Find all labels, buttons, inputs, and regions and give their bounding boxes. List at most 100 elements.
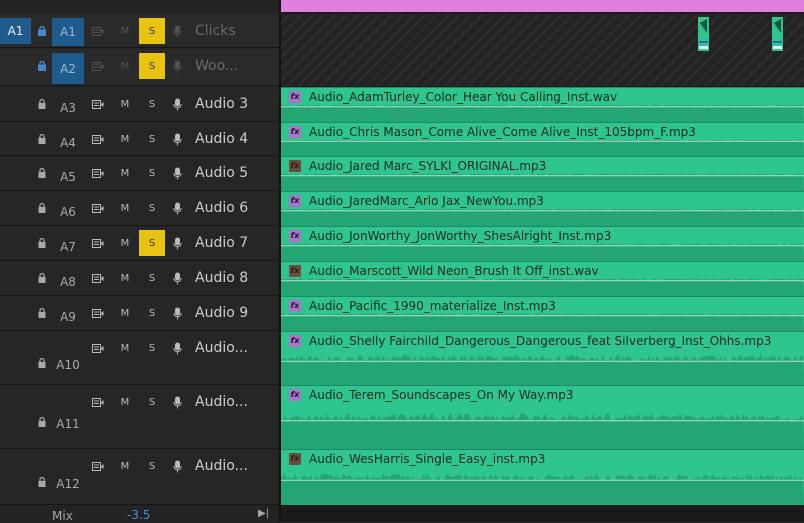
- solo-button[interactable]: S: [139, 160, 165, 186]
- solo-button[interactable]: S: [139, 230, 165, 256]
- solo-button[interactable]: S: [139, 53, 165, 79]
- fx-badge-icon[interactable]: fx: [289, 335, 301, 347]
- audio-clip[interactable]: fx Audio_Chris Mason_Come Alive_Come Aliv…: [281, 122, 804, 156]
- audio-clip[interactable]: fx Audio_Terem_Soundscapes_On My Way.mp3: [281, 385, 804, 449]
- mute-button[interactable]: M: [114, 91, 136, 117]
- track-name[interactable]: Woo...: [195, 53, 275, 79]
- audio-clip[interactable]: fx Audio_Jared Marc_SYLKI_ORIGINAL.mp3: [281, 156, 804, 191]
- timeline-panel[interactable]: fx Audio_AdamTurley_Color_Hear You Callin…: [281, 0, 804, 521]
- track-name[interactable]: Clicks: [195, 18, 275, 44]
- mute-button[interactable]: M: [114, 126, 136, 152]
- mute-button[interactable]: M: [114, 335, 136, 361]
- solo-button[interactable]: S: [139, 91, 165, 117]
- lock-icon[interactable]: [32, 230, 51, 256]
- solo-button[interactable]: S: [139, 265, 165, 291]
- sync-lock-icon[interactable]: [88, 265, 108, 291]
- fx-badge-icon[interactable]: fx: [289, 265, 301, 277]
- clip-marker[interactable]: [772, 17, 783, 51]
- voice-over-mic-icon[interactable]: [168, 126, 186, 152]
- fx-badge-icon[interactable]: fx: [289, 389, 301, 401]
- sync-lock-icon[interactable]: [88, 126, 108, 152]
- mix-value[interactable]: -3.5: [127, 508, 150, 522]
- sync-lock-icon[interactable]: [88, 160, 108, 186]
- audio-clip[interactable]: fx Audio_Pacific_1990_materialize_Inst.mp…: [281, 296, 804, 331]
- track-name[interactable]: Audio...: [195, 335, 275, 361]
- mute-button[interactable]: M: [114, 265, 136, 291]
- lock-icon[interactable]: [32, 53, 51, 79]
- track-name[interactable]: Audio 4: [195, 126, 275, 152]
- sync-lock-icon[interactable]: [88, 389, 108, 415]
- audio-clip[interactable]: fx Audio_JonWorthy_JonWorthy_ShesAlright_…: [281, 226, 804, 261]
- mute-button[interactable]: M: [114, 195, 136, 221]
- fx-badge-icon[interactable]: fx: [289, 126, 301, 138]
- solo-button[interactable]: S: [139, 335, 165, 361]
- sync-lock-icon[interactable]: [88, 230, 108, 256]
- mute-button[interactable]: M: [114, 230, 136, 256]
- track-name[interactable]: Audio 5: [195, 160, 275, 186]
- audio-clip[interactable]: fx Audio_Marscott_Wild Neon_Brush It Off_…: [281, 261, 804, 296]
- audio-clip[interactable]: fx Audio_Shelly Fairchild_Dangerous_Dange…: [281, 331, 804, 385]
- sync-lock-icon[interactable]: [88, 91, 108, 117]
- track-name[interactable]: Audio 9: [195, 300, 275, 326]
- solo-button[interactable]: S: [139, 300, 165, 326]
- go-to-end-icon[interactable]: ▶|: [258, 508, 269, 519]
- sync-lock-icon[interactable]: [88, 300, 108, 326]
- sync-lock-icon[interactable]: [88, 18, 108, 44]
- lock-icon[interactable]: [32, 91, 51, 117]
- audio-clip[interactable]: fx Audio_AdamTurley_Color_Hear You Callin…: [281, 87, 804, 122]
- voice-over-mic-icon[interactable]: [168, 389, 186, 415]
- lock-icon[interactable]: [32, 350, 51, 376]
- track-target-a3[interactable]: A3: [52, 95, 84, 121]
- lock-icon[interactable]: [32, 126, 51, 152]
- track-name[interactable]: Audio 8: [195, 265, 275, 291]
- fx-badge-icon[interactable]: fx: [289, 91, 301, 103]
- voice-over-mic-icon[interactable]: [168, 300, 186, 326]
- lock-icon[interactable]: [32, 469, 51, 495]
- track-target-a12[interactable]: A12: [52, 471, 84, 497]
- sync-lock-icon[interactable]: [88, 195, 108, 221]
- audio-clip[interactable]: fx Audio_JaredMarc_Arlo Jax_NewYou.mp3: [281, 191, 804, 226]
- track-target-a6[interactable]: A6: [52, 199, 84, 225]
- mute-button[interactable]: M: [114, 18, 136, 44]
- mute-button[interactable]: M: [114, 160, 136, 186]
- lock-icon[interactable]: [32, 195, 51, 221]
- solo-button[interactable]: S: [139, 453, 165, 479]
- track-name[interactable]: Audio...: [195, 453, 275, 479]
- clip-marker[interactable]: [698, 17, 709, 51]
- audio-clip[interactable]: fx Audio_WesHarris_Single_Easy_inst.mp3: [281, 449, 804, 505]
- voice-over-mic-icon[interactable]: [168, 230, 186, 256]
- track-target-a2[interactable]: A2: [52, 53, 84, 84]
- voice-over-mic-icon[interactable]: [168, 335, 186, 361]
- fx-badge-icon[interactable]: fx: [289, 230, 301, 242]
- voice-over-mic-icon[interactable]: [168, 453, 186, 479]
- track-target-a1[interactable]: A1: [52, 18, 84, 46]
- solo-button[interactable]: S: [139, 195, 165, 221]
- solo-button[interactable]: S: [139, 126, 165, 152]
- mute-button[interactable]: M: [114, 389, 136, 415]
- sync-lock-icon[interactable]: [88, 453, 108, 479]
- sync-lock-icon[interactable]: [88, 53, 108, 79]
- fx-badge-icon[interactable]: fx: [289, 160, 301, 172]
- voice-over-mic-icon[interactable]: [168, 160, 186, 186]
- track-name[interactable]: Audio 3: [195, 91, 275, 117]
- track-target-a9[interactable]: A9: [52, 304, 84, 330]
- lock-icon[interactable]: [32, 265, 51, 291]
- track-name[interactable]: Audio...: [195, 389, 275, 415]
- mute-button[interactable]: M: [114, 453, 136, 479]
- track-target-a7[interactable]: A7: [52, 234, 84, 260]
- lock-icon[interactable]: [32, 160, 51, 186]
- voice-over-mic-icon[interactable]: [168, 53, 186, 79]
- fx-badge-icon[interactable]: fx: [289, 453, 301, 465]
- solo-button[interactable]: S: [139, 18, 165, 44]
- video-clip-bar[interactable]: [281, 0, 804, 12]
- track-name[interactable]: Audio 7: [195, 230, 275, 256]
- track-target-a8[interactable]: A8: [52, 269, 84, 295]
- lock-icon[interactable]: [32, 18, 51, 44]
- voice-over-mic-icon[interactable]: [168, 265, 186, 291]
- source-patch-a1[interactable]: A1: [0, 18, 31, 44]
- mute-button[interactable]: M: [114, 53, 136, 79]
- track-target-a10[interactable]: A10: [52, 352, 84, 378]
- track-target-a11[interactable]: A11: [52, 411, 84, 437]
- track-name[interactable]: Audio 6: [195, 195, 275, 221]
- voice-over-mic-icon[interactable]: [168, 91, 186, 117]
